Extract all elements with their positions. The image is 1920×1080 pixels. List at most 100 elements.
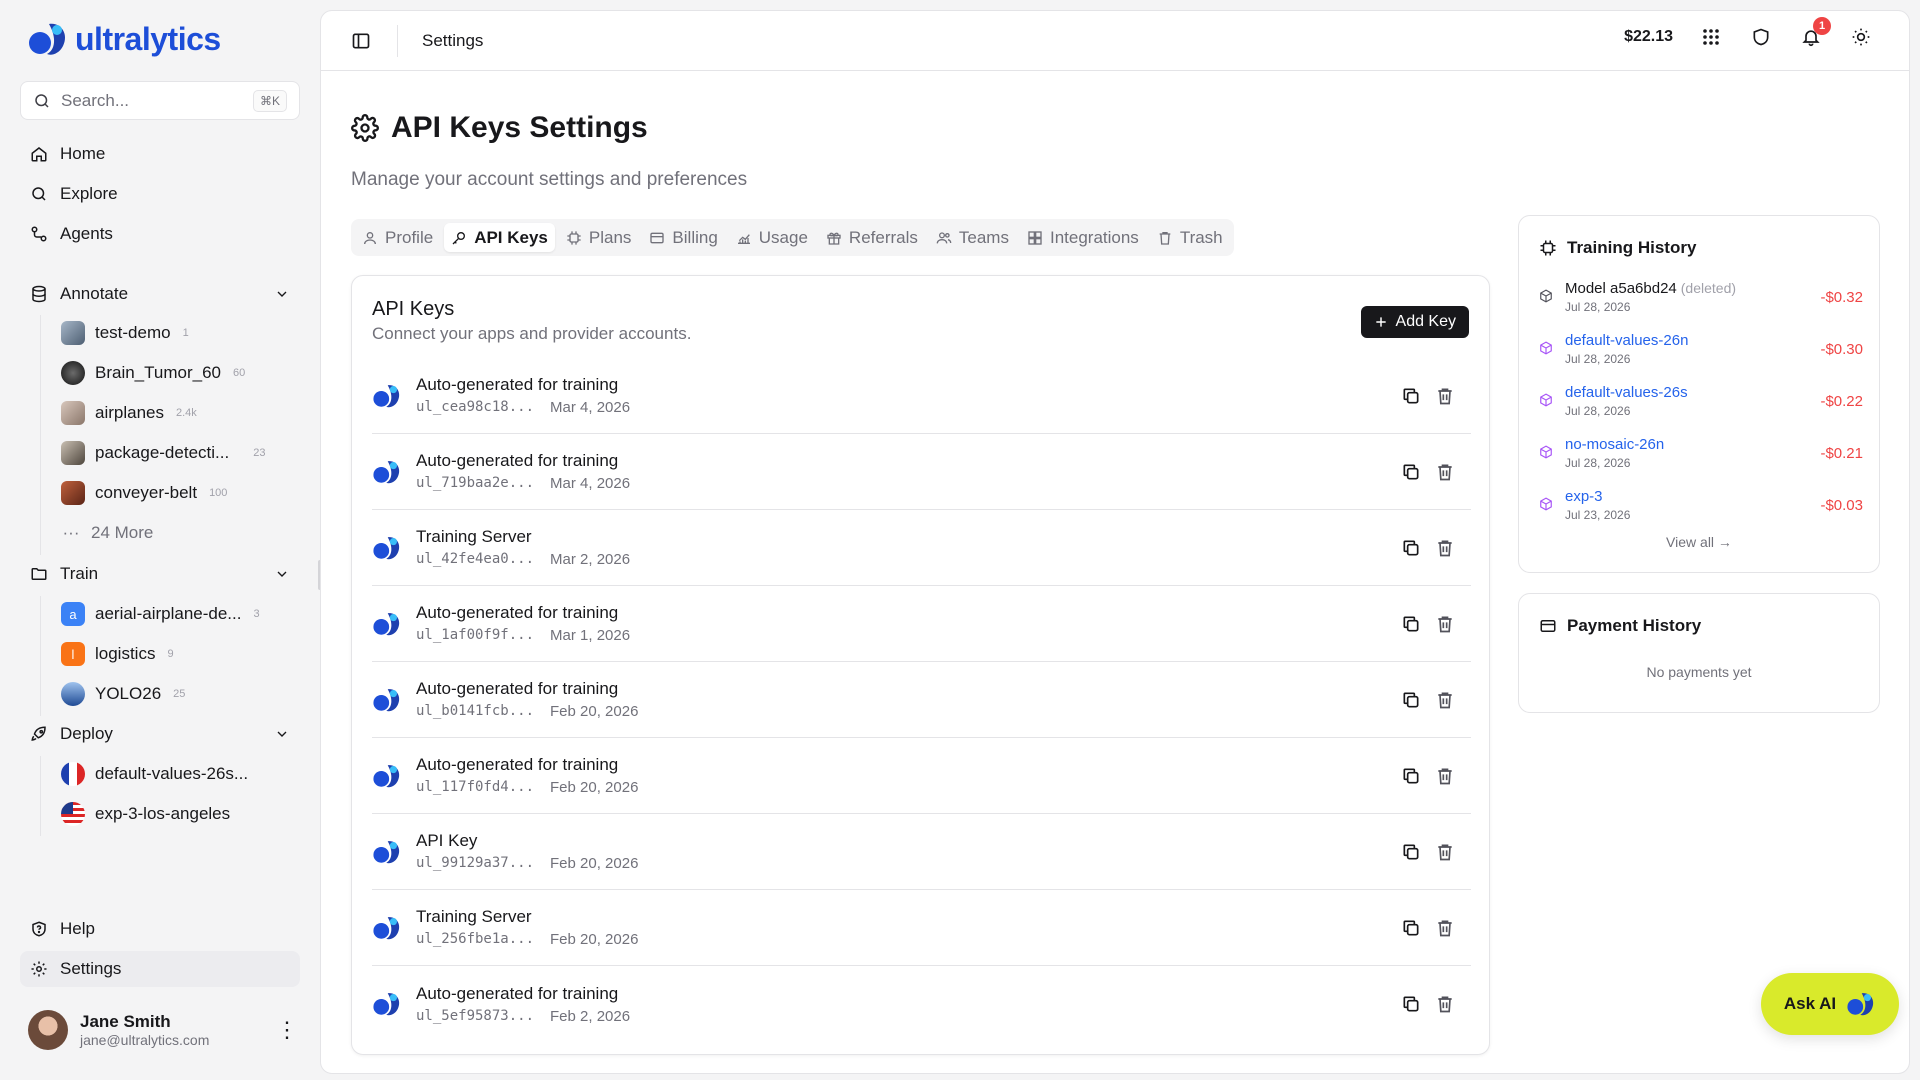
- copy-icon[interactable]: [1401, 918, 1421, 938]
- model-name: Model a5a6bd24: [1565, 280, 1677, 297]
- nav-agents[interactable]: Agents: [20, 216, 300, 252]
- copy-icon[interactable]: [1401, 994, 1421, 1014]
- api-key-name: Auto-generated for training: [416, 755, 619, 774]
- apps-grid-icon[interactable]: [1699, 25, 1723, 49]
- ask-ai-button[interactable]: Ask AI: [1761, 973, 1899, 1035]
- nav-settings[interactable]: Settings: [20, 951, 300, 987]
- tab-label: Teams: [958, 227, 1009, 247]
- ultralytics-logo-icon: [1847, 993, 1874, 1016]
- nav-annotate[interactable]: Annotate: [20, 276, 300, 312]
- trash-icon[interactable]: [1435, 918, 1455, 938]
- nav-explore[interactable]: Explore: [20, 176, 300, 212]
- dataset-label: package-detecti...: [95, 443, 230, 462]
- gear-icon: [351, 114, 379, 142]
- tab-usage[interactable]: Usage: [729, 223, 815, 252]
- dataset-count: 23: [253, 447, 266, 459]
- training-cost: -$0.22: [1820, 393, 1863, 410]
- copy-icon[interactable]: [1401, 842, 1421, 862]
- sidebar-item-more[interactable]: ··· 24 More: [61, 515, 154, 551]
- chevron-down-icon[interactable]: [274, 286, 290, 302]
- balance[interactable]: $22.13: [1624, 28, 1673, 46]
- trash-icon[interactable]: [1435, 690, 1455, 710]
- chevron-down-icon[interactable]: [274, 566, 290, 582]
- tab-billing[interactable]: Billing: [642, 223, 724, 252]
- copy-icon[interactable]: [1401, 386, 1421, 406]
- nav-deploy[interactable]: Deploy: [20, 716, 300, 752]
- training-history-row[interactable]: default-values-26s Jul 28, 2026 -$0.22: [1539, 384, 1863, 424]
- tab-label: Integrations: [1049, 227, 1139, 247]
- training-history-row[interactable]: default-values-26n Jul 28, 2026 -$0.30: [1539, 332, 1863, 372]
- sidebar-item-logistics[interactable]: l logistics 9: [61, 636, 174, 672]
- project-label: logistics: [95, 644, 156, 663]
- tab-profile[interactable]: Profile: [355, 223, 440, 252]
- sidebar-toggle-icon[interactable]: [351, 31, 371, 51]
- training-history-row[interactable]: exp-3 Jul 23, 2026 -$0.03: [1539, 488, 1863, 528]
- users-icon: [936, 231, 952, 243]
- tab-teams[interactable]: Teams: [929, 223, 1016, 252]
- project-label: aerial-airplane-de...: [95, 604, 242, 623]
- sidebar-item-airplanes[interactable]: airplanes 2.4k: [61, 395, 197, 431]
- api-key-value: ul_117f0fd4...: [416, 779, 535, 795]
- sun-icon[interactable]: [1849, 25, 1873, 49]
- trash-icon[interactable]: [1435, 842, 1455, 862]
- trash-icon[interactable]: [1435, 386, 1455, 406]
- view-all-link[interactable]: View all →: [1519, 534, 1879, 550]
- chevron-down-icon[interactable]: [274, 726, 290, 742]
- sidebar-item-package-detection[interactable]: package-detecti... 23: [61, 435, 265, 471]
- api-key-name: Auto-generated for training: [416, 679, 619, 698]
- tab-api-keys[interactable]: API Keys: [444, 223, 555, 252]
- avatar: [28, 1010, 68, 1050]
- training-history-row[interactable]: no-mosaic-26n Jul 28, 2026 -$0.21: [1539, 436, 1863, 476]
- tab-referrals[interactable]: Referrals: [819, 223, 925, 252]
- page-subtitle: Manage your account settings and prefere…: [351, 169, 748, 190]
- sidebar-item-yolo26[interactable]: YOLO26 25: [61, 676, 185, 712]
- shield-icon[interactable]: [1749, 25, 1773, 49]
- sidebar-item-brain-tumor[interactable]: Brain_Tumor_60 60: [61, 355, 245, 391]
- search-bar[interactable]: Search... ⌘K: [20, 81, 300, 120]
- dataset-thumbnail: [61, 321, 85, 345]
- tab-trash[interactable]: Trash: [1150, 223, 1230, 252]
- training-cost: -$0.32: [1820, 289, 1863, 306]
- tab-integrations[interactable]: Integrations: [1020, 223, 1146, 252]
- copy-icon[interactable]: [1401, 690, 1421, 710]
- project-avatar: l: [61, 642, 85, 666]
- user-profile[interactable]: Jane Smith jane@ultralytics.com ⋮: [28, 1008, 298, 1052]
- search-input[interactable]: Search...: [61, 91, 243, 111]
- brand-logo[interactable]: ultralytics: [27, 20, 221, 58]
- trash-icon[interactable]: [1435, 614, 1455, 634]
- copy-icon[interactable]: [1401, 614, 1421, 634]
- trash-icon[interactable]: [1435, 538, 1455, 558]
- model-name[interactable]: no-mosaic-26n: [1565, 436, 1664, 453]
- nav-home[interactable]: Home: [20, 136, 300, 172]
- nav-help[interactable]: Help: [20, 911, 300, 947]
- more-vertical-icon[interactable]: ⋮: [276, 1017, 298, 1043]
- trash-icon[interactable]: [1435, 766, 1455, 786]
- copy-icon[interactable]: [1401, 462, 1421, 482]
- trash-icon[interactable]: [1435, 462, 1455, 482]
- model-name[interactable]: exp-3: [1565, 488, 1603, 505]
- card-icon: [650, 232, 665, 243]
- api-key-value: ul_719baa2e...: [416, 475, 535, 491]
- bell-icon[interactable]: 1: [1799, 17, 1831, 49]
- copy-icon[interactable]: [1401, 538, 1421, 558]
- sidebar-item-test-demo[interactable]: test-demo 1: [61, 315, 189, 351]
- nav-settings-label: Settings: [60, 959, 122, 978]
- nav-train[interactable]: Train: [20, 556, 300, 592]
- sidebar-item-aerial-airplane[interactable]: a aerial-airplane-de... 3: [61, 596, 260, 632]
- add-key-button[interactable]: Add Key: [1360, 306, 1469, 338]
- dataset-count: 1: [182, 327, 189, 339]
- payment-history-title-text: Payment History: [1567, 616, 1702, 635]
- sidebar-item-conveyer-belt[interactable]: conveyer-belt 100: [61, 475, 227, 511]
- copy-icon[interactable]: [1401, 766, 1421, 786]
- sidebar-item-default-values[interactable]: default-values-26s...: [61, 756, 248, 792]
- api-key-name: Auto-generated for training: [416, 603, 619, 622]
- puzzle-icon: [1028, 230, 1042, 245]
- model-name[interactable]: default-values-26s: [1565, 384, 1688, 401]
- model-name[interactable]: default-values-26n: [1565, 332, 1688, 349]
- tab-plans[interactable]: Plans: [559, 223, 639, 252]
- tab-label: API Keys: [474, 227, 548, 247]
- sidebar-item-exp-3-los-angeles[interactable]: exp-3-los-angeles: [61, 796, 230, 832]
- trash-icon[interactable]: [1435, 994, 1455, 1014]
- training-cost: -$0.03: [1820, 497, 1863, 514]
- project-label: YOLO26: [95, 684, 162, 703]
